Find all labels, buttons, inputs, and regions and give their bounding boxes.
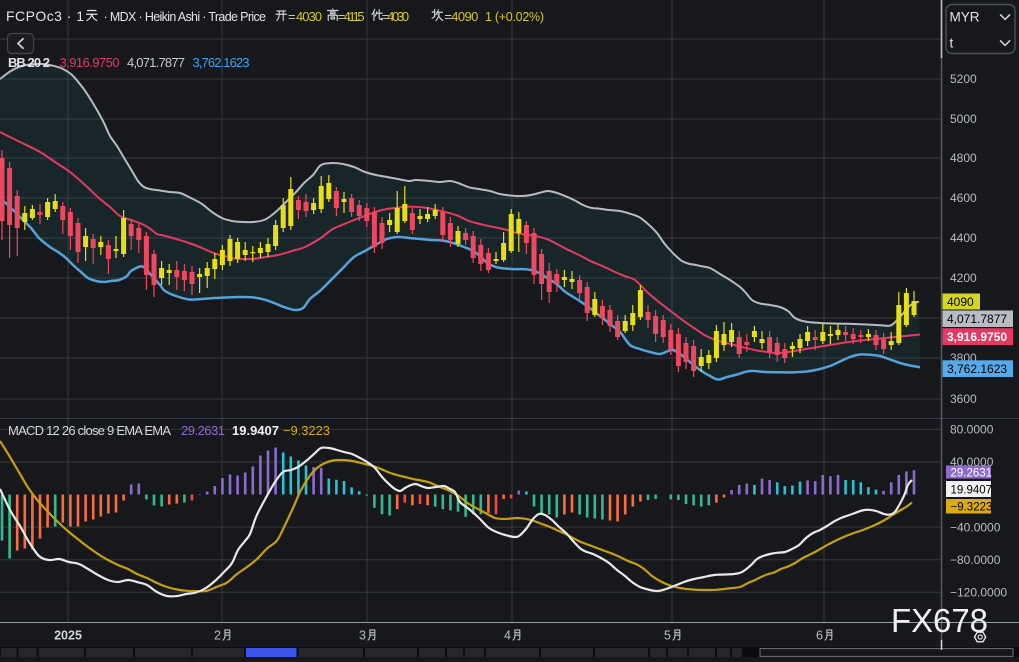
svg-text:=: = bbox=[288, 9, 296, 24]
svg-text:4200: 4200 bbox=[950, 271, 977, 285]
svg-text:3,916.9750: 3,916.9750 bbox=[947, 330, 1007, 344]
svg-text:−9.3223: −9.3223 bbox=[951, 502, 993, 514]
svg-text:4800: 4800 bbox=[950, 151, 977, 165]
svg-text:4400: 4400 bbox=[950, 231, 977, 245]
svg-text:−120.0000: −120.0000 bbox=[950, 585, 1007, 599]
svg-text:−9.3223: −9.3223 bbox=[283, 423, 330, 438]
svg-text:29.2631: 29.2631 bbox=[951, 467, 993, 479]
svg-text:6: 6 bbox=[816, 629, 823, 643]
svg-text:4,071.7877: 4,071.7877 bbox=[947, 312, 1007, 326]
svg-text:FCPOc3 · 1: FCPOc3 · 1 bbox=[6, 8, 84, 24]
svg-text:3,916.9750: 3,916.9750 bbox=[60, 55, 120, 70]
svg-text:5200: 5200 bbox=[950, 72, 977, 86]
svg-text:1 (+0.02%): 1 (+0.02%) bbox=[485, 10, 544, 24]
svg-text:5000: 5000 bbox=[950, 112, 977, 126]
svg-text:MACD 12 26 close 9 EMA EMA: MACD 12 26 close 9 EMA EMA bbox=[8, 423, 171, 438]
svg-text:4: 4 bbox=[504, 629, 511, 643]
svg-text:3,762.1623: 3,762.1623 bbox=[193, 55, 250, 70]
svg-text:80.0000: 80.0000 bbox=[950, 423, 994, 437]
svg-text:19.9407: 19.9407 bbox=[951, 484, 993, 496]
svg-text:FX678: FX678 bbox=[891, 602, 988, 639]
svg-text:· MDX · Heikin Ashi · Trade Pr: · MDX · Heikin Ashi · Trade Price bbox=[104, 10, 267, 24]
svg-text:MYR: MYR bbox=[950, 10, 980, 25]
svg-text:4030: 4030 bbox=[387, 9, 409, 24]
svg-text:4600: 4600 bbox=[950, 191, 977, 205]
svg-text:3,762.1623: 3,762.1623 bbox=[947, 362, 1007, 376]
svg-text:−80.0000: −80.0000 bbox=[950, 553, 1001, 567]
svg-text:t: t bbox=[950, 36, 954, 51]
svg-text:4030: 4030 bbox=[296, 9, 322, 24]
svg-text:5: 5 bbox=[664, 629, 671, 643]
svg-text:4090: 4090 bbox=[947, 295, 974, 309]
svg-text:3600: 3600 bbox=[950, 392, 977, 406]
svg-text:29.2631: 29.2631 bbox=[181, 423, 225, 438]
svg-text:19.9407: 19.9407 bbox=[232, 423, 279, 438]
svg-text:4,071.7877: 4,071.7877 bbox=[127, 55, 185, 70]
svg-text:4115: 4115 bbox=[344, 9, 365, 24]
svg-text:4090: 4090 bbox=[451, 9, 478, 24]
svg-text:BB 20 2: BB 20 2 bbox=[8, 55, 50, 70]
svg-text:3: 3 bbox=[359, 629, 366, 643]
svg-text:−40.0000: −40.0000 bbox=[950, 520, 1001, 534]
svg-text:2025: 2025 bbox=[54, 629, 82, 643]
svg-text:2: 2 bbox=[214, 629, 221, 643]
